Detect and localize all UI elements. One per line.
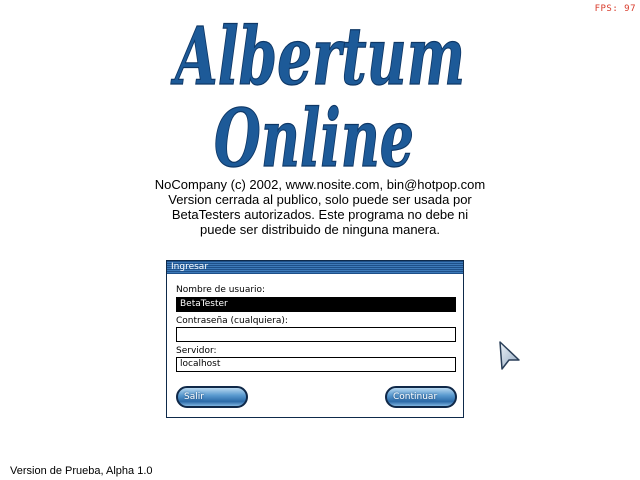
notice-line: NoCompany (c) 2002, www.nosite.com, bin@…: [154, 177, 486, 192]
logo-line-2: Online: [214, 91, 414, 178]
notice-line: BetaTesters autorizados. Este programa n…: [171, 207, 469, 222]
dialog-title: Ingresar: [167, 261, 463, 274]
copyright-notice: NoCompany (c) 2002, www.nosite.com, bin@…: [60, 177, 580, 237]
login-dialog: Ingresar Nombre de usuario: BetaTester C…: [166, 260, 464, 418]
notice-line: Version cerrada al publico, solo puede s…: [168, 192, 472, 207]
game-screen: FPS: 97 Albertum Online NoCompany (c) 20…: [0, 0, 640, 480]
version-label: Version de Prueba, Alpha 1.0: [10, 465, 153, 477]
notice-line: puede ser distribuido de ninguna manera.: [200, 222, 440, 237]
server-input[interactable]: localhost: [176, 357, 456, 372]
password-label: Contraseña (cualquiera):: [176, 316, 288, 326]
server-label: Servidor:: [176, 346, 217, 356]
username-input[interactable]: BetaTester: [176, 297, 456, 312]
exit-button[interactable]: Salir: [176, 386, 248, 408]
arrow-cursor-icon: [498, 340, 522, 372]
continue-button[interactable]: Continuar: [385, 386, 457, 408]
password-input[interactable]: [176, 327, 456, 342]
username-label: Nombre de usuario:: [176, 285, 266, 295]
game-logo: Albertum Online: [0, 6, 640, 178]
logo-line-1: Albertum: [170, 9, 465, 103]
